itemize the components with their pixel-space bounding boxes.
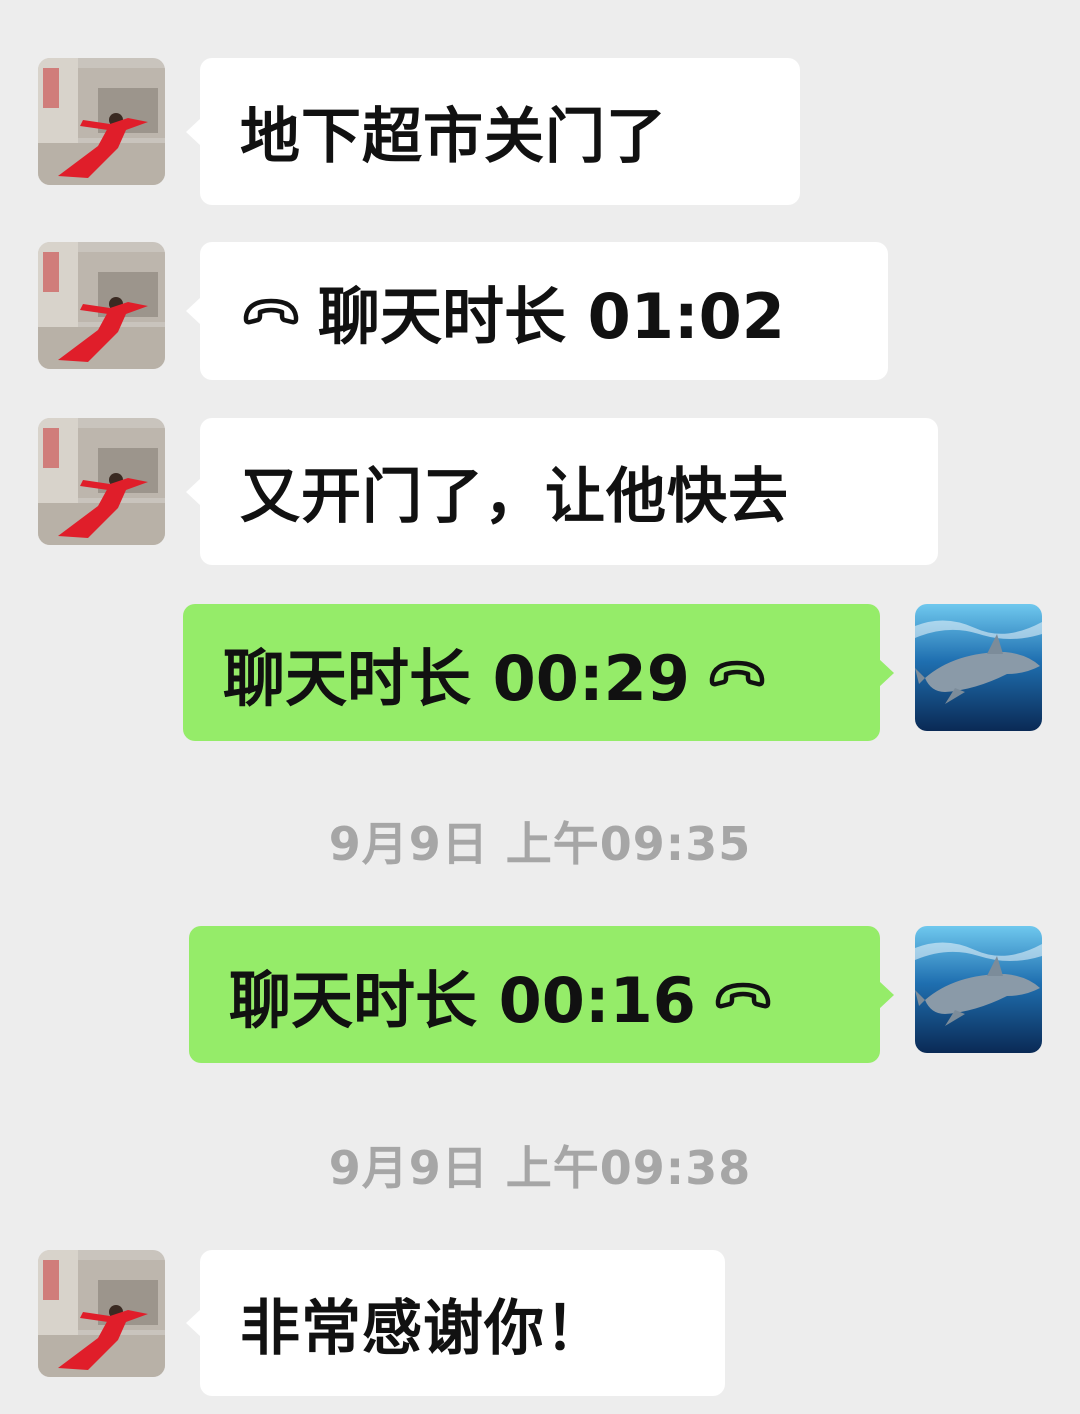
woman-avatar-image — [38, 58, 165, 185]
message-text: 非常感谢你！ — [240, 1293, 606, 1364]
contact-avatar[interactable] — [38, 58, 165, 185]
call-duration-text: 聊天时长 01:02 — [318, 280, 785, 353]
dolphin-avatar-image — [915, 604, 1042, 731]
dolphin-avatar-image — [915, 926, 1042, 1053]
phone-hangup-icon — [708, 655, 766, 691]
woman-avatar-image — [38, 1250, 165, 1377]
contact-avatar[interactable] — [38, 418, 165, 545]
contact-avatar[interactable] — [38, 1250, 165, 1377]
message-bubble-incoming[interactable]: 又开门了，让他快去 — [186, 418, 938, 565]
call-record-bubble-outgoing[interactable]: 聊天时长 00:16 — [189, 926, 894, 1063]
call-record-bubble-outgoing[interactable]: 聊天时长 00:29 — [183, 604, 894, 741]
contact-avatar[interactable] — [38, 242, 165, 369]
call-record-bubble-incoming[interactable]: 聊天时长 01:02 — [186, 242, 888, 380]
woman-avatar-image — [38, 418, 165, 545]
timestamp: 9月9日 上午09:38 — [328, 1141, 752, 1195]
call-duration-text: 聊天时长 00:16 — [229, 963, 696, 1037]
message-bubble-incoming[interactable]: 非常感谢你！ — [186, 1250, 725, 1396]
phone-hangup-icon — [242, 293, 300, 329]
message-text: 地下超市关门了 — [240, 102, 667, 172]
woman-avatar-image — [38, 242, 165, 369]
my-avatar[interactable] — [915, 604, 1042, 731]
my-avatar[interactable] — [915, 926, 1042, 1053]
message-bubble-incoming[interactable]: 地下超市关门了 — [186, 58, 800, 205]
message-text: 又开门了，让他快去 — [240, 462, 789, 532]
phone-hangup-icon — [714, 977, 772, 1013]
call-duration-text: 聊天时长 00:29 — [223, 641, 690, 715]
timestamp: 9月9日 上午09:35 — [328, 817, 752, 871]
